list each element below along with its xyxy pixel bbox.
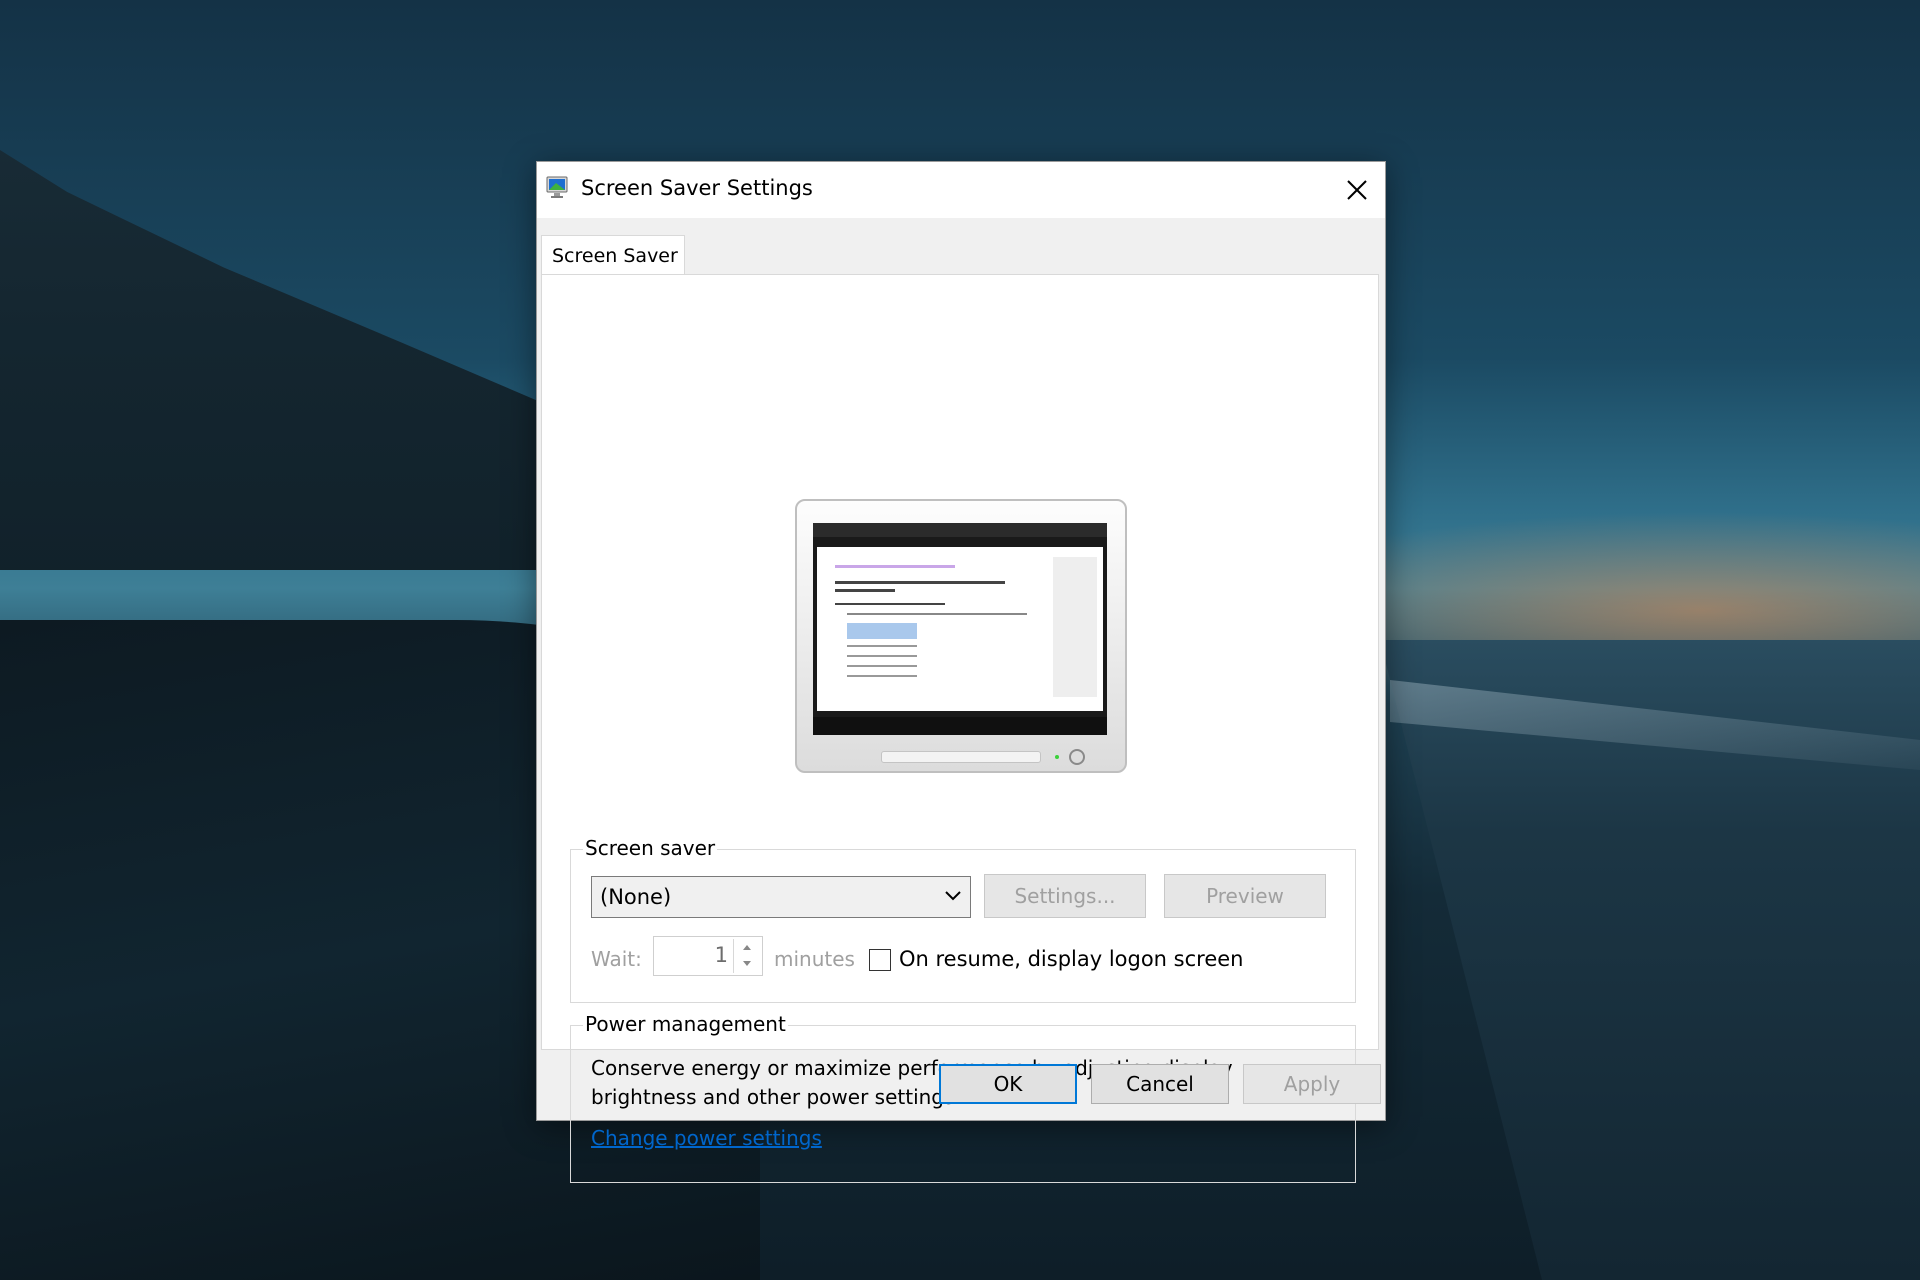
preview-line (847, 665, 917, 667)
screen-saver-select[interactable]: (None) (591, 876, 971, 918)
close-icon (1347, 180, 1367, 200)
background-building (0, 150, 560, 570)
preview-screen (813, 523, 1107, 735)
cancel-button[interactable]: Cancel (1091, 1064, 1229, 1104)
chevron-down-icon[interactable] (734, 956, 760, 972)
title-bar[interactable]: Screen Saver Settings (537, 162, 1385, 218)
window-title: Screen Saver Settings (581, 176, 813, 200)
apply-button[interactable]: Apply (1243, 1064, 1381, 1104)
monitor-icon (546, 176, 568, 198)
preview-line (835, 565, 955, 568)
minutes-label: minutes (774, 947, 855, 971)
logon-checkbox[interactable] (869, 949, 891, 971)
power-button-icon (1069, 749, 1085, 765)
monitor-slot (881, 751, 1041, 763)
preview-line (835, 589, 895, 592)
screen-saver-dialog: Screen Saver Settings Screen Saver Scree… (536, 161, 1386, 1183)
tab-screen-saver[interactable]: Screen Saver (541, 235, 685, 275)
preview-line (847, 675, 917, 677)
preview-browser-bar (813, 523, 1107, 537)
logon-checkbox-label[interactable]: On resume, display logon screen (899, 947, 1243, 971)
wait-stepper[interactable]: 1 (653, 936, 763, 976)
preview-line (847, 645, 917, 647)
screen-saver-group: Screen saver (None) Settings... Preview … (570, 836, 1356, 1003)
chevron-up-icon[interactable] (734, 939, 760, 955)
settings-button[interactable]: Settings... (984, 874, 1146, 918)
power-led (1055, 755, 1059, 759)
preview-button[interactable]: Preview (1164, 874, 1326, 918)
preview-line (847, 613, 1027, 615)
chevron-down-icon (945, 891, 961, 901)
stepper-arrows[interactable] (733, 939, 760, 973)
wait-label: Wait: (591, 947, 642, 971)
wait-value: 1 (714, 943, 728, 967)
tab-panel: Screen saver (None) Settings... Preview … (541, 274, 1379, 1183)
close-button[interactable] (1329, 162, 1385, 218)
preview-page (817, 547, 1103, 711)
preview-line (847, 655, 917, 657)
power-management-group: Power management Conserve energy or maxi… (570, 1012, 1356, 1183)
ok-button[interactable]: OK (939, 1064, 1077, 1104)
preview-highlight (847, 623, 917, 639)
monitor-preview (795, 499, 1127, 773)
preview-taskbar (813, 717, 1107, 735)
screen-saver-selected: (None) (600, 885, 672, 909)
preview-line (835, 603, 945, 605)
change-power-settings-link[interactable]: Change power settings (591, 1126, 822, 1150)
preview-sidebar (1053, 557, 1097, 697)
screen-saver-group-label: Screen saver (583, 836, 718, 860)
preview-line (835, 581, 1005, 584)
power-group-label: Power management (583, 1012, 788, 1036)
